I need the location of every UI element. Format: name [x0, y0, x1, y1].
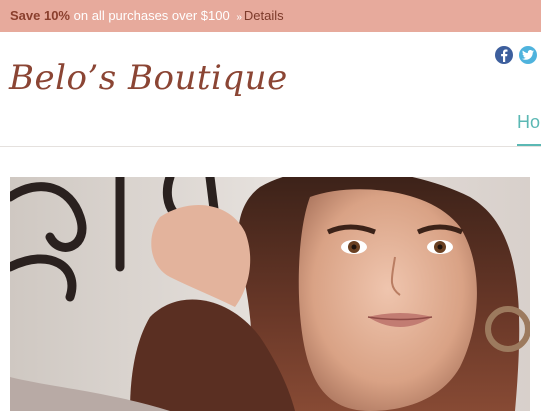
promo-text: Save 10% on all purchases over $100 » Det… — [10, 8, 284, 26]
facebook-icon — [495, 46, 513, 64]
header-divider — [0, 146, 541, 147]
twitter-icon — [519, 46, 537, 64]
nav-item-home[interactable]: Ho — [517, 110, 540, 134]
promo-details-link[interactable]: Details — [244, 8, 284, 23]
promo-arrow-icon: » — [236, 12, 242, 23]
promo-bar: Save 10% on all purchases over $100 » Det… — [0, 0, 541, 32]
promo-highlight: Save 10% — [10, 8, 70, 23]
hero-image[interactable] — [10, 177, 530, 411]
promo-message: on all purchases over $100 — [73, 8, 230, 23]
hero-photo — [10, 177, 530, 411]
twitter-link[interactable] — [519, 46, 537, 64]
site-logo[interactable]: Belo’s Boutique — [9, 58, 288, 98]
facebook-link[interactable] — [495, 46, 513, 64]
